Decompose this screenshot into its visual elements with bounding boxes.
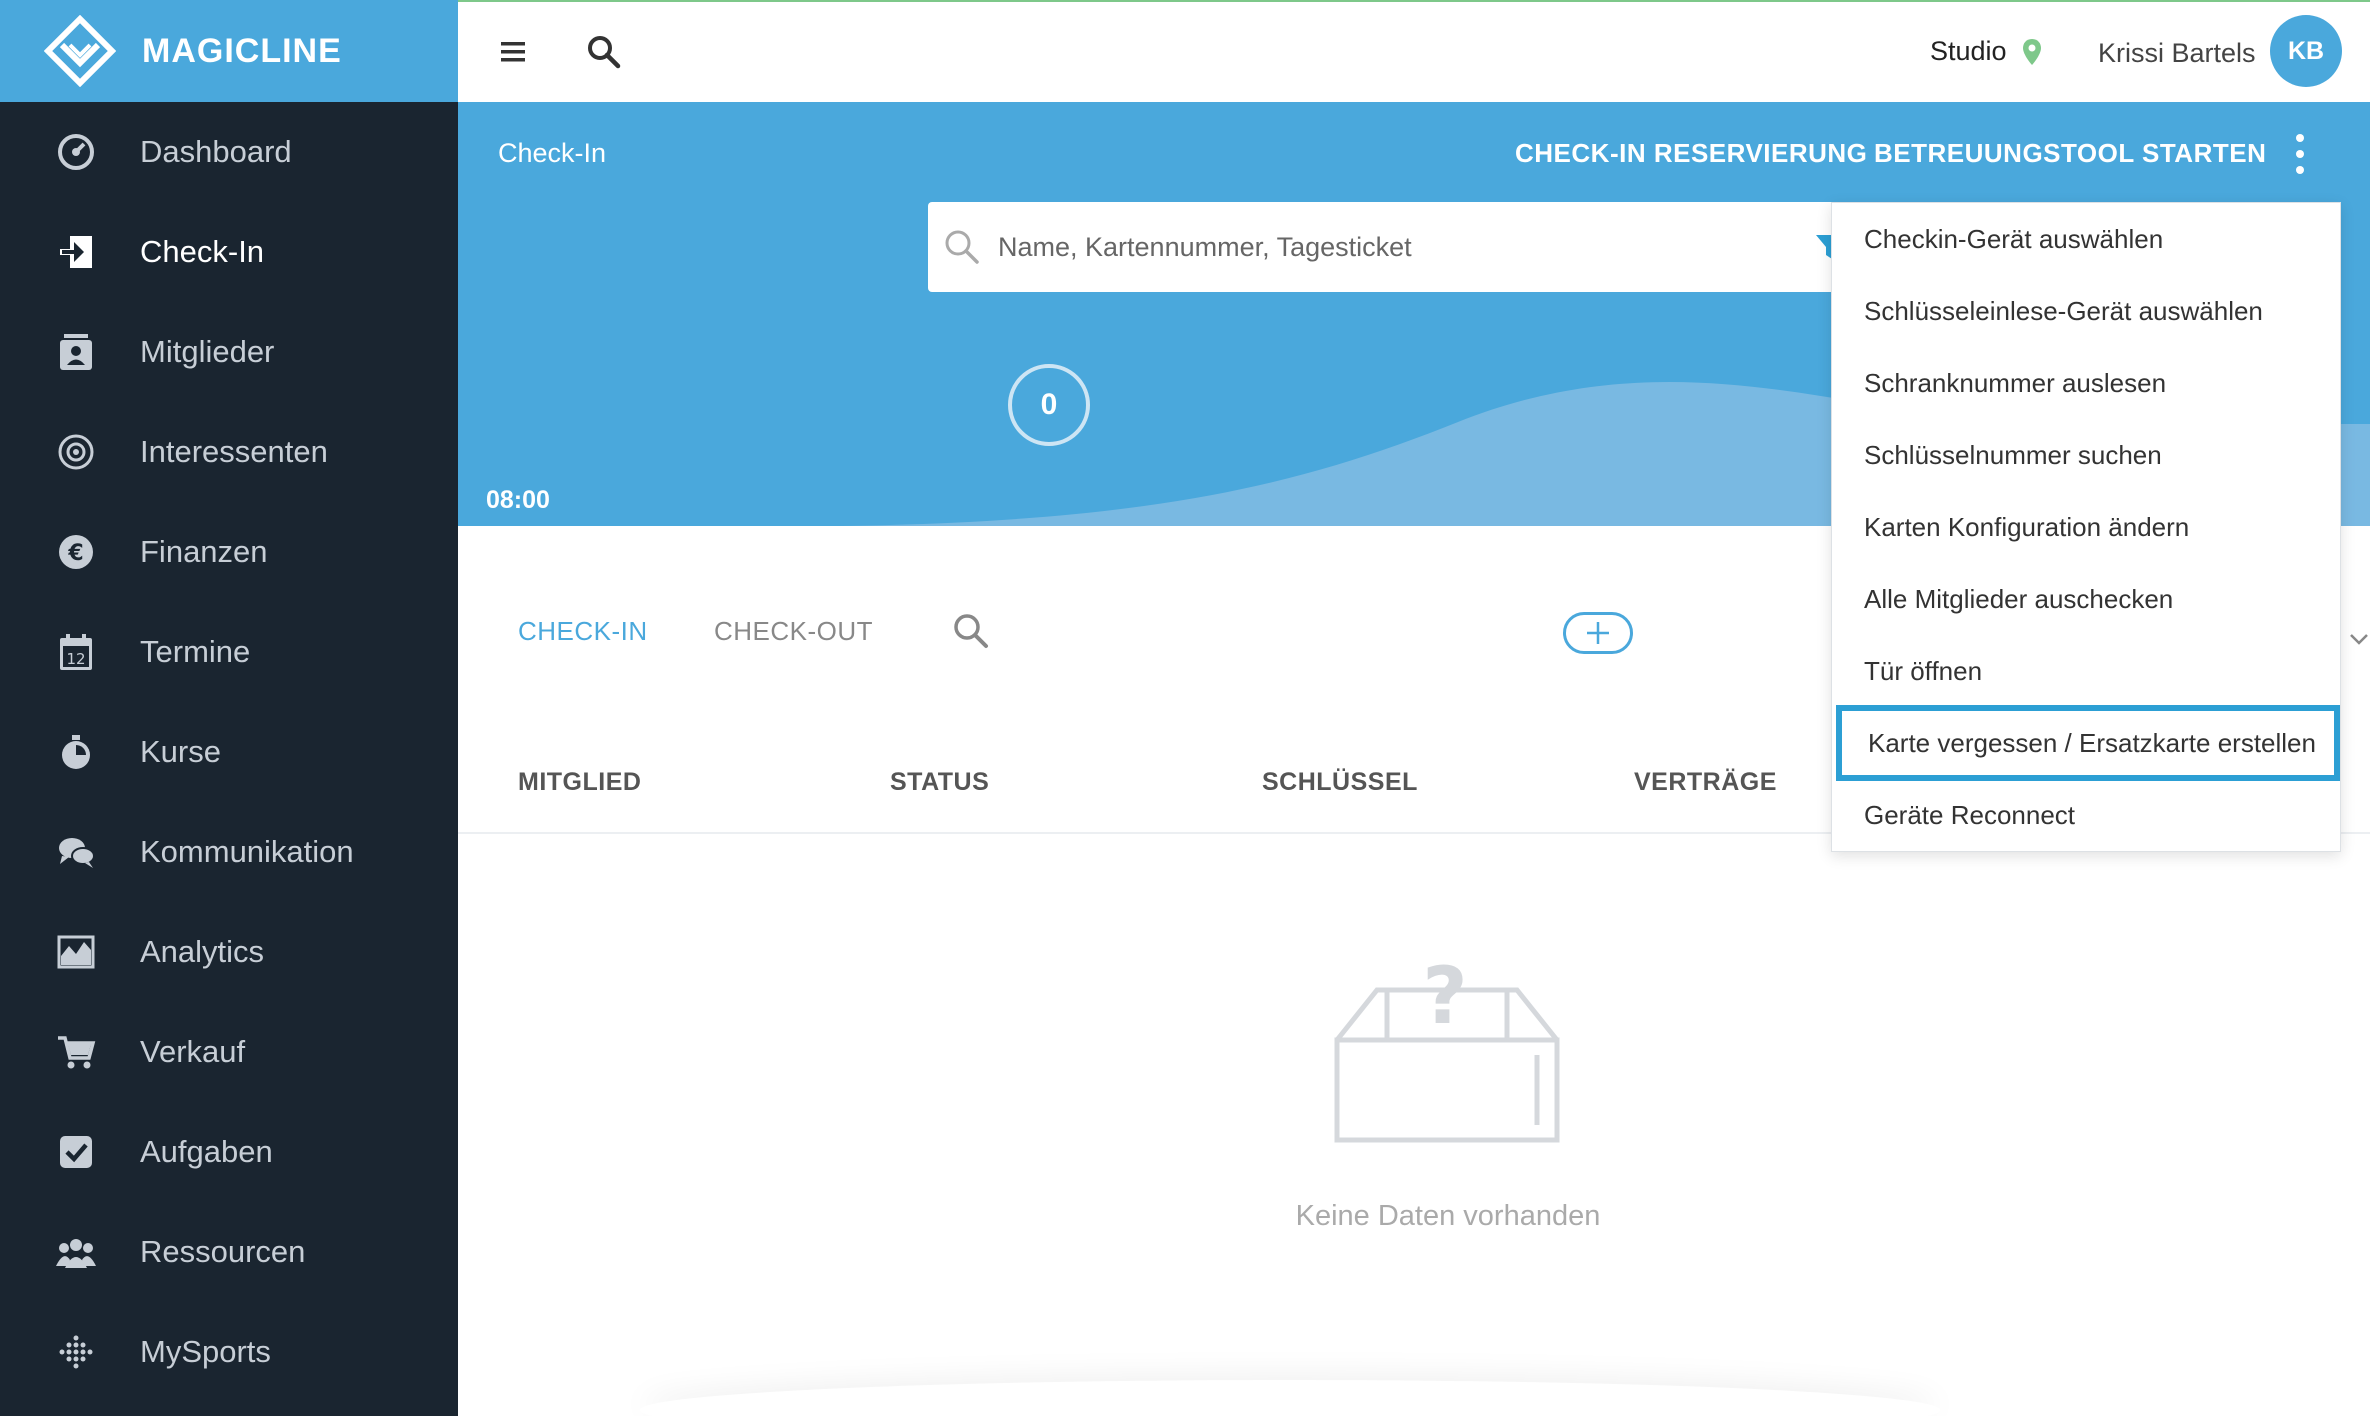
sidebar-item-label: Interessenten xyxy=(140,434,328,469)
column-header-contracts[interactable]: VERTRÄGE xyxy=(1634,768,1777,797)
sidebar-item-label: MySports xyxy=(140,1334,271,1369)
menu-item-forgot-card[interactable]: Karte vergessen / Ersatzkarte erstellen xyxy=(1836,705,2340,781)
studio-label: Studio xyxy=(1930,36,2007,66)
column-header-member[interactable]: MITGLIED xyxy=(518,768,641,797)
sidebar-item-interessenten[interactable]: Interessenten xyxy=(0,402,458,502)
more-options-icon[interactable] xyxy=(2294,132,2306,176)
member-search-box[interactable] xyxy=(928,202,1848,292)
magicline-logo-icon xyxy=(44,15,116,87)
chat-icon xyxy=(54,830,98,874)
target-icon xyxy=(54,430,98,474)
sidebar-item-label: Termine xyxy=(140,634,251,669)
svg-text:€: € xyxy=(67,541,83,566)
chevron-down-icon[interactable] xyxy=(2348,628,2370,650)
checkin-arrow-icon xyxy=(54,230,98,274)
search-input[interactable] xyxy=(998,231,1758,263)
sidebar-item-label: Dashboard xyxy=(140,134,292,169)
sidebar-item-label: Verkauf xyxy=(140,1034,246,1069)
tab-checkout[interactable]: CHECK-OUT xyxy=(714,616,873,647)
svg-text:12: 12 xyxy=(66,650,85,668)
search-icon xyxy=(945,230,979,264)
svg-text:?: ? xyxy=(1422,952,1467,1042)
euro-icon: € xyxy=(54,530,98,574)
menu-item-select-checkin-device[interactable]: Checkin-Gerät auswählen xyxy=(1832,203,2340,275)
sidebar-item-verkauf[interactable]: Verkauf xyxy=(0,1002,458,1102)
add-button[interactable] xyxy=(1563,612,1633,654)
cart-icon xyxy=(54,1030,98,1074)
column-header-key[interactable]: SCHLÜSSEL xyxy=(1262,768,1418,797)
checkbox-icon xyxy=(54,1130,98,1174)
sidebar-item-label: Finanzen xyxy=(140,534,268,569)
sidebar-item-kommunikation[interactable]: Kommunikation xyxy=(0,802,458,902)
sidebar-item-kurse[interactable]: Kurse xyxy=(0,702,458,802)
studio-selector[interactable]: Studio xyxy=(1930,36,2043,67)
menu-item-open-door[interactable]: Tür öffnen xyxy=(1832,635,2340,707)
sidebar-item-dashboard[interactable]: Dashboard xyxy=(0,102,458,202)
empty-state-text: Keine Daten vorhanden xyxy=(1295,1200,1601,1232)
member-card-icon xyxy=(54,330,98,374)
sidebar-item-label: Aufgaben xyxy=(140,1134,273,1169)
dots-grid-icon xyxy=(54,1330,98,1374)
menu-item-checkout-all-members[interactable]: Alle Mitglieder auschecken xyxy=(1832,563,2340,635)
empty-box-icon: ? xyxy=(1334,952,1560,1143)
avatar[interactable]: KB xyxy=(2270,15,2342,87)
sidebar-item-ressourcen[interactable]: Ressourcen xyxy=(0,1202,458,1302)
sidebar-item-termine[interactable]: 12 Termine xyxy=(0,602,458,702)
logo-text: MAGICLINE xyxy=(142,31,342,70)
sidebar-item-label: Analytics xyxy=(140,934,265,969)
sidebar-item-label: Ressourcen xyxy=(140,1234,306,1269)
user-name[interactable]: Krissi Bartels xyxy=(2098,38,2256,69)
search-icon[interactable] xyxy=(952,612,990,650)
sidebar-item-mysports[interactable]: MySports xyxy=(0,1302,458,1402)
menu-item-read-locker-number[interactable]: Schranknummer auslesen xyxy=(1832,347,2340,419)
group-icon xyxy=(54,1230,98,1274)
top-header: Studio Krissi Bartels KB xyxy=(458,0,2370,102)
bottom-shadow xyxy=(640,1380,1940,1416)
checkin-reservation-button[interactable]: CHECK-IN RESERVIERUNG xyxy=(1515,138,1867,169)
menu-item-devices-reconnect[interactable]: Geräte Reconnect xyxy=(1832,779,2340,851)
menu-item-select-key-reader[interactable]: Schlüsseleinlese-Gerät auswählen xyxy=(1832,275,2340,347)
sidebar-item-label: Mitglieder xyxy=(140,334,275,369)
logo[interactable]: MAGICLINE xyxy=(0,0,458,102)
tab-checkin[interactable]: CHECK-IN xyxy=(518,616,648,647)
column-header-status[interactable]: STATUS xyxy=(890,768,989,797)
sidebar-item-label: Kurse xyxy=(140,734,221,769)
sidebar-nav: Dashboard Check-In Mitglieder Interessen… xyxy=(0,102,458,1402)
sidebar-item-finanzen[interactable]: € Finanzen xyxy=(0,502,458,602)
sidebar-item-analytics[interactable]: Analytics xyxy=(0,902,458,1002)
sidebar-item-checkin[interactable]: Check-In xyxy=(0,202,458,302)
sidebar-item-mitglieder[interactable]: Mitglieder xyxy=(0,302,458,402)
plus-icon xyxy=(1587,622,1609,644)
sidebar: MAGICLINE Dashboard Check-In Mitglieder … xyxy=(0,0,458,1416)
calendar-icon: 12 xyxy=(54,630,98,674)
menu-item-search-key-number[interactable]: Schlüsselnummer suchen xyxy=(1832,419,2340,491)
sidebar-item-label: Kommunikation xyxy=(140,834,354,869)
dashboard-icon xyxy=(54,130,98,174)
stopwatch-icon xyxy=(54,730,98,774)
hamburger-menu-icon[interactable] xyxy=(498,38,528,66)
options-dropdown-menu: Checkin-Gerät auswählen Schlüsseleinlese… xyxy=(1831,202,2341,852)
sidebar-item-label: Check-In xyxy=(140,234,265,269)
menu-item-change-card-config[interactable]: Karten Konfiguration ändern xyxy=(1832,491,2340,563)
sidebar-item-aufgaben[interactable]: Aufgaben xyxy=(0,1102,458,1202)
page-title: Check-In xyxy=(498,138,607,168)
chart-area-icon xyxy=(54,930,98,974)
time-axis-label: 08:00 xyxy=(486,486,550,514)
checkin-tabs: CHECK-IN CHECK-OUT xyxy=(458,600,1858,670)
start-support-tool-button[interactable]: BETREUUNGSTOOL STARTEN xyxy=(1874,138,2266,169)
location-pin-icon xyxy=(2022,38,2041,65)
checkin-count-badge: 0 xyxy=(1008,364,1090,446)
search-icon[interactable] xyxy=(586,34,622,70)
